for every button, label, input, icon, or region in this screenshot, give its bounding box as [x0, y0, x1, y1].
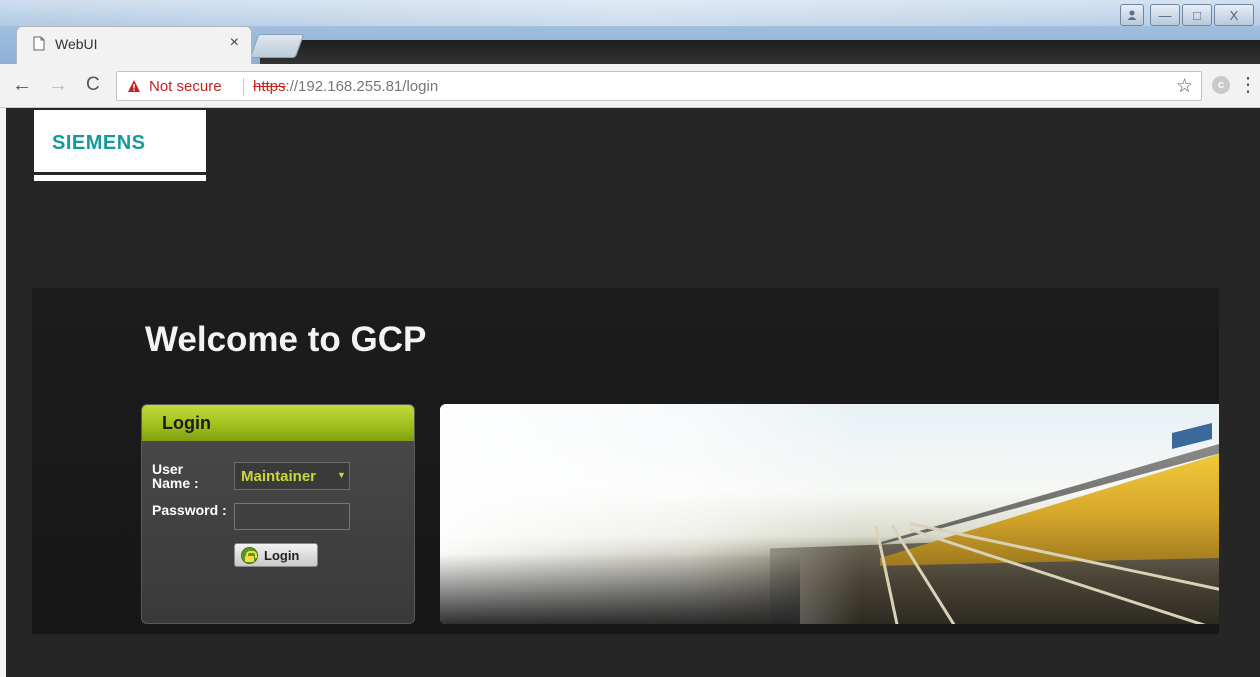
chevron-down-icon: ▼: [337, 470, 346, 480]
banner-bottom-fade: [440, 554, 800, 624]
username-label: User Name :: [152, 461, 199, 491]
login-form: Login User Name : Maintainer ▼ Password …: [141, 404, 415, 624]
siemens-logo: SIEMENS: [34, 110, 206, 172]
menu-icon[interactable]: ⋮: [1238, 72, 1258, 97]
warning-icon[interactable]: [127, 79, 141, 93]
login-button-label: Login: [264, 548, 300, 563]
browser-toolbar: ← → C Not secure https://192.168.255.81/…: [0, 64, 1260, 108]
url-text[interactable]: https://192.168.255.81/login: [253, 78, 438, 95]
username-select[interactable]: Maintainer ▼: [234, 462, 350, 490]
forward-icon[interactable]: →: [48, 74, 68, 96]
password-field[interactable]: [234, 503, 350, 530]
security-status[interactable]: Not secure: [149, 78, 222, 95]
reload-icon[interactable]: C: [86, 74, 100, 96]
url-host-path: ://192.168.255.81/login: [285, 78, 439, 95]
user-icon[interactable]: [1120, 4, 1144, 26]
page-title: Welcome to GCP: [145, 320, 427, 359]
minimize-button[interactable]: —: [1150, 4, 1180, 26]
login-button[interactable]: Login: [234, 543, 318, 567]
extension-icon[interactable]: c: [1212, 76, 1230, 94]
lock-icon: [241, 547, 258, 564]
address-bar[interactable]: Not secure https://192.168.255.81/login …: [116, 71, 1202, 101]
new-tab-button[interactable]: [249, 34, 305, 58]
train-banner-image: [440, 404, 1219, 624]
logo-text: SIEMENS: [52, 132, 146, 154]
tab-strip-background: [260, 40, 1260, 64]
banner-cab-window: [1172, 423, 1212, 449]
page-edge: [0, 108, 6, 677]
password-label: Password :: [152, 502, 227, 518]
maximize-button[interactable]: □: [1182, 4, 1212, 26]
star-icon[interactable]: ☆: [1176, 75, 1193, 98]
url-scheme: https: [253, 78, 286, 95]
back-icon[interactable]: ←: [12, 74, 32, 96]
window-controls: — □ X: [1120, 4, 1254, 26]
login-header: Login: [142, 405, 414, 441]
close-button[interactable]: X: [1214, 4, 1254, 26]
logo-underline: [34, 175, 206, 181]
tab-title: WebUI: [55, 36, 98, 52]
page-icon: [33, 36, 45, 51]
tab-webui[interactable]: WebUI ×: [16, 26, 252, 64]
address-separator: [243, 78, 244, 96]
username-select-value: Maintainer: [241, 468, 317, 485]
login-header-title: Login: [162, 413, 211, 433]
tab-close-icon[interactable]: ×: [230, 35, 239, 51]
